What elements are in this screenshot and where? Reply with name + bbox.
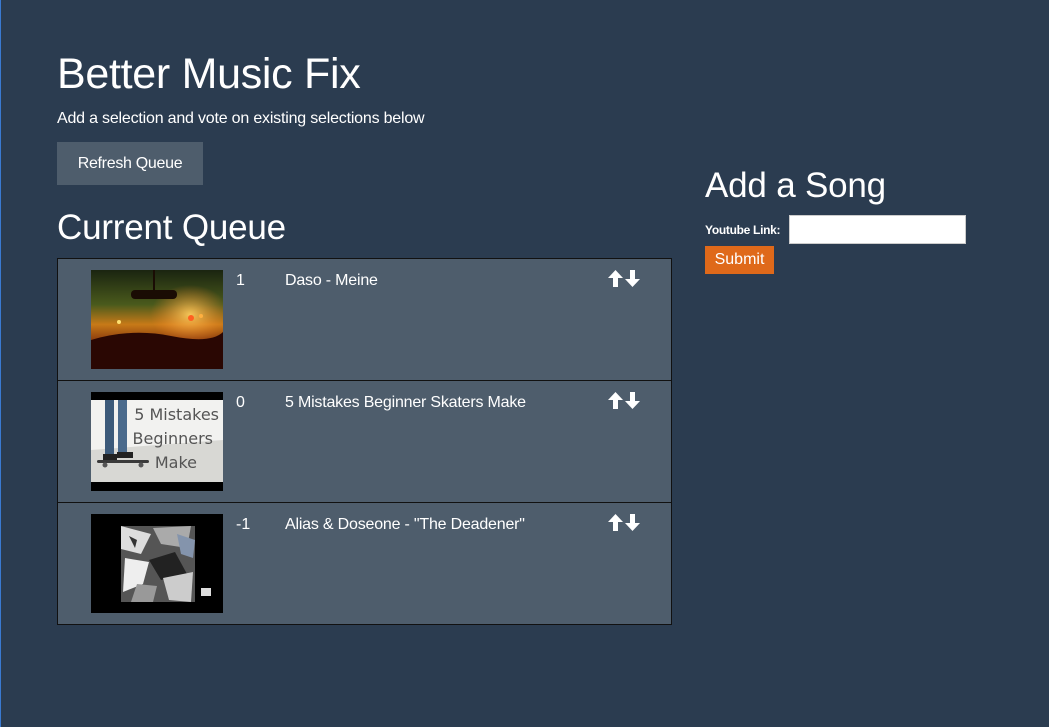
vote-controls (608, 270, 640, 287)
queue-row: 1 Daso - Meine (58, 259, 671, 381)
downvote-arrow-icon[interactable] (625, 392, 640, 409)
youtube-link-input[interactable] (789, 215, 966, 244)
page-subtitle: Add a selection and vote on existing sel… (57, 110, 425, 127)
queue-row: -1 Alias & Doseone - "The Deadener" (58, 503, 671, 624)
skateboarder-thumbnail-image: 5 Mistakes Beginners Make (91, 392, 223, 491)
youtube-link-label: Youtube Link: (705, 223, 781, 237)
submit-button[interactable]: Submit (705, 246, 774, 274)
upvote-arrow-icon[interactable] (608, 270, 623, 287)
refresh-queue-button[interactable]: Refresh Queue (57, 142, 203, 185)
upvote-arrow-icon[interactable] (608, 392, 623, 409)
vote-count: -1 (236, 516, 251, 533)
song-title: 5 Mistakes Beginner Skaters Make (285, 394, 526, 411)
upvote-arrow-icon[interactable] (608, 514, 623, 531)
downvote-arrow-icon[interactable] (625, 270, 640, 287)
car-interior-thumbnail-image (91, 270, 223, 369)
thumbnail-text-line: Beginners (133, 429, 213, 448)
vote-controls (608, 514, 640, 531)
queue-heading: Current Queue (57, 208, 286, 247)
add-song-heading: Add a Song (705, 166, 886, 205)
abstract-art-thumbnail-image (91, 514, 223, 613)
vote-controls (608, 392, 640, 409)
song-thumbnail[interactable] (91, 270, 223, 369)
song-thumbnail[interactable]: 5 Mistakes Beginners Make (91, 392, 223, 491)
thumbnail-text-line: Make (155, 453, 197, 472)
song-title: Alias & Doseone - "The Deadener" (285, 516, 525, 533)
song-title: Daso - Meine (285, 272, 378, 289)
queue-row: 5 Mistakes Beginners Make 0 5 Mistakes B… (58, 381, 671, 503)
vote-count: 0 (236, 394, 245, 411)
song-thumbnail[interactable] (91, 514, 223, 613)
page-title: Better Music Fix (57, 50, 361, 98)
vote-count: 1 (236, 272, 245, 289)
downvote-arrow-icon[interactable] (625, 514, 640, 531)
page: Better Music Fix Add a selection and vot… (0, 0, 1049, 727)
queue-table: 1 Daso - Meine 5 Mistakes Beginners Make… (57, 258, 672, 625)
thumbnail-text-line: 5 Mistakes (134, 405, 219, 424)
